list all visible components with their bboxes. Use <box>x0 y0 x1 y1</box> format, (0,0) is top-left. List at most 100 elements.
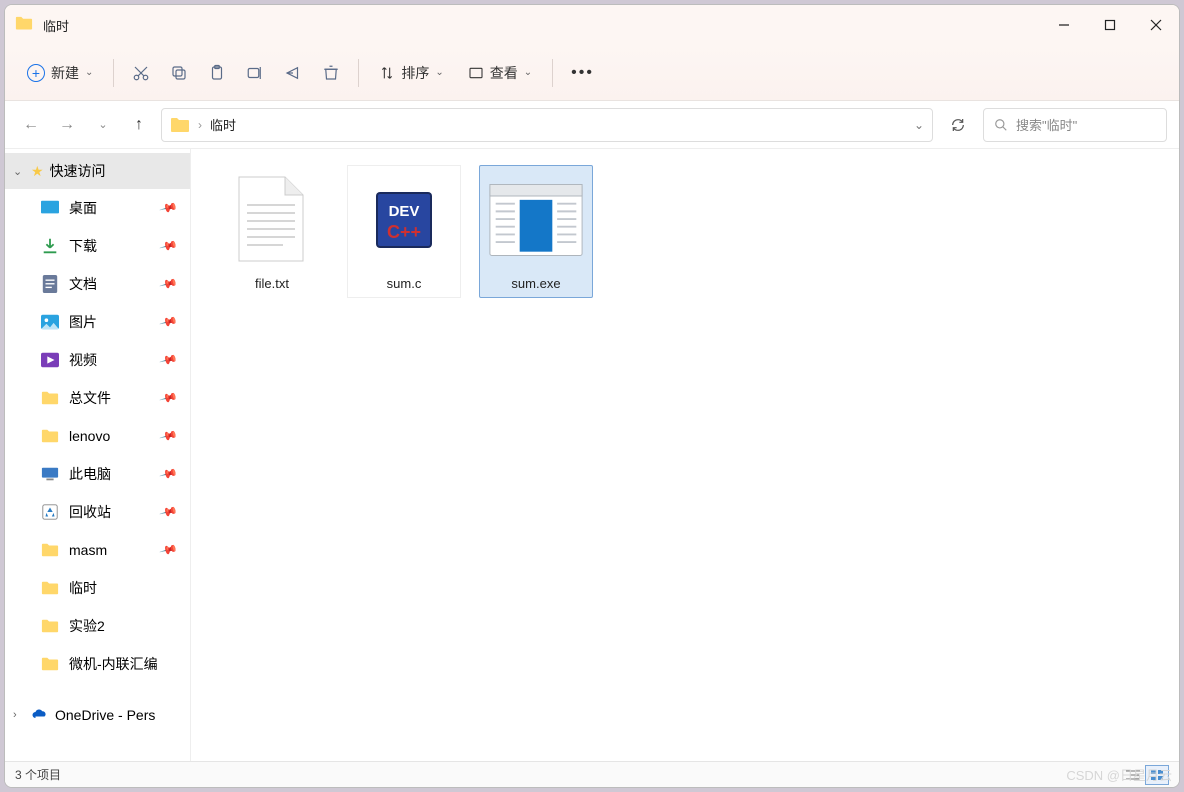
sidebar-item-folder[interactable]: 总文件📌 <box>5 379 190 417</box>
new-button[interactable]: + 新建 ⌄ <box>17 57 103 89</box>
video-icon <box>41 351 59 369</box>
chevron-down-icon: ⌄ <box>435 67 443 78</box>
folder-icon <box>41 655 59 673</box>
recycle-icon <box>41 503 59 521</box>
sidebar-item-thispc[interactable]: 此电脑📌 <box>5 455 190 493</box>
chevron-down-icon[interactable]: ⌄ <box>914 118 924 132</box>
chevron-down-icon: ⌄ <box>13 165 25 178</box>
window-title: 临时 <box>43 16 1041 35</box>
rename-button[interactable] <box>238 58 272 88</box>
folder-icon <box>41 541 59 559</box>
sidebar-item-videos[interactable]: 视频📌 <box>5 341 190 379</box>
titlebar: 临时 <box>5 5 1179 45</box>
chevron-down-icon: ⌄ <box>85 67 93 78</box>
star-icon: ★ <box>31 163 44 180</box>
chevron-down-icon: ⌄ <box>524 67 532 78</box>
new-label: 新建 <box>51 63 79 83</box>
sidebar-item-downloads[interactable]: 下载📌 <box>5 227 190 265</box>
separator <box>552 59 553 87</box>
sidebar-quick-access[interactable]: ⌄ ★ 快速访问 <box>5 153 190 189</box>
close-button[interactable] <box>1133 5 1179 45</box>
paste-button[interactable] <box>200 58 234 88</box>
maximize-button[interactable] <box>1087 5 1133 45</box>
file-item[interactable]: file.txt <box>215 165 329 298</box>
folder-icon <box>15 16 33 34</box>
up-button[interactable]: ↑ <box>125 111 153 139</box>
sidebar-item-desktop[interactable]: 桌面📌 <box>5 189 190 227</box>
minimize-button[interactable] <box>1041 5 1087 45</box>
document-icon <box>41 275 59 293</box>
cut-button[interactable] <box>124 58 158 88</box>
share-button[interactable] <box>276 58 310 88</box>
file-label: file.txt <box>255 276 289 291</box>
sidebar[interactable]: ⌄ ★ 快速访问 桌面📌 下载📌 文档📌 图片📌 视频📌 总文件📌 lenovo… <box>5 149 191 761</box>
folder-icon <box>41 579 59 597</box>
pin-icon: 📌 <box>159 502 179 522</box>
pin-icon: 📌 <box>159 312 179 332</box>
search-placeholder: 搜索"临时" <box>1016 115 1077 134</box>
exe-icon <box>488 172 584 268</box>
sidebar-item-lenovo[interactable]: lenovo📌 <box>5 417 190 455</box>
desktop-icon <box>41 199 59 217</box>
sort-button[interactable]: 排序 ⌄ <box>369 57 453 89</box>
pc-icon <box>41 465 59 483</box>
icons-view-button[interactable] <box>1145 765 1169 785</box>
sort-icon <box>379 65 395 81</box>
copy-button[interactable] <box>162 58 196 88</box>
search-box[interactable]: 搜索"临时" <box>983 108 1167 142</box>
picture-icon <box>41 313 59 331</box>
address-bar[interactable]: › 临时 ⌄ <box>161 108 933 142</box>
separator <box>113 59 114 87</box>
nav-row: ← → ⌄ ↑ › 临时 ⌄ 搜索"临时" <box>5 101 1179 149</box>
separator <box>358 59 359 87</box>
more-button[interactable]: ••• <box>563 58 602 88</box>
text-file-icon <box>224 172 320 268</box>
sidebar-item-recycle[interactable]: 回收站📌 <box>5 493 190 531</box>
details-view-button[interactable] <box>1121 765 1145 785</box>
item-count: 3 个项目 <box>15 766 61 783</box>
view-icon <box>468 65 484 81</box>
sidebar-item-shiyan2[interactable]: 实验2 <box>5 607 190 645</box>
svg-text:C++: C++ <box>387 222 421 242</box>
sidebar-item-pictures[interactable]: 图片📌 <box>5 303 190 341</box>
file-label: sum.c <box>387 276 422 291</box>
status-bar: 3 个项目 <box>5 761 1179 787</box>
recent-button[interactable]: ⌄ <box>89 111 117 139</box>
folder-icon <box>170 117 190 133</box>
search-icon <box>994 118 1008 132</box>
pin-icon: 📌 <box>159 236 179 256</box>
chevron-right-icon: › <box>13 709 25 721</box>
sidebar-item-documents[interactable]: 文档📌 <box>5 265 190 303</box>
pin-icon: 📌 <box>159 388 179 408</box>
sidebar-item-masm[interactable]: masm📌 <box>5 531 190 569</box>
devcpp-icon: DEV C++ <box>356 172 452 268</box>
file-label: sum.exe <box>511 276 560 291</box>
delete-button[interactable] <box>314 58 348 88</box>
back-button[interactable]: ← <box>17 111 45 139</box>
view-label: 查看 <box>490 63 518 83</box>
folder-icon <box>41 389 59 407</box>
file-explorer-window: 临时 + 新建 ⌄ 排序 ⌄ 查看 ⌄ ••• <box>4 4 1180 788</box>
view-button[interactable]: 查看 ⌄ <box>458 57 542 89</box>
body: ⌄ ★ 快速访问 桌面📌 下载📌 文档📌 图片📌 视频📌 总文件📌 lenovo… <box>5 149 1179 761</box>
pin-icon: 📌 <box>159 198 179 218</box>
pin-icon: 📌 <box>159 274 179 294</box>
breadcrumb-current[interactable]: 临时 <box>210 115 236 134</box>
breadcrumb-separator: › <box>198 118 202 132</box>
folder-icon <box>41 617 59 635</box>
file-list[interactable]: file.txt DEV C++ sum.c sum.exe <box>191 149 1179 761</box>
sidebar-onedrive[interactable]: › OneDrive - Pers <box>5 697 190 733</box>
sidebar-item-linshi[interactable]: 临时 <box>5 569 190 607</box>
refresh-button[interactable] <box>941 108 975 142</box>
toolbar: + 新建 ⌄ 排序 ⌄ 查看 ⌄ ••• <box>5 45 1179 101</box>
svg-text:DEV: DEV <box>389 203 420 220</box>
sidebar-item-weiji[interactable]: 微机-内联汇编 <box>5 645 190 683</box>
pin-icon: 📌 <box>159 350 179 370</box>
pin-icon: 📌 <box>159 464 179 484</box>
plus-icon: + <box>27 64 45 82</box>
folder-icon <box>41 427 59 445</box>
file-item[interactable]: sum.exe <box>479 165 593 298</box>
file-item[interactable]: DEV C++ sum.c <box>347 165 461 298</box>
cloud-icon <box>31 706 49 724</box>
forward-button[interactable]: → <box>53 111 81 139</box>
